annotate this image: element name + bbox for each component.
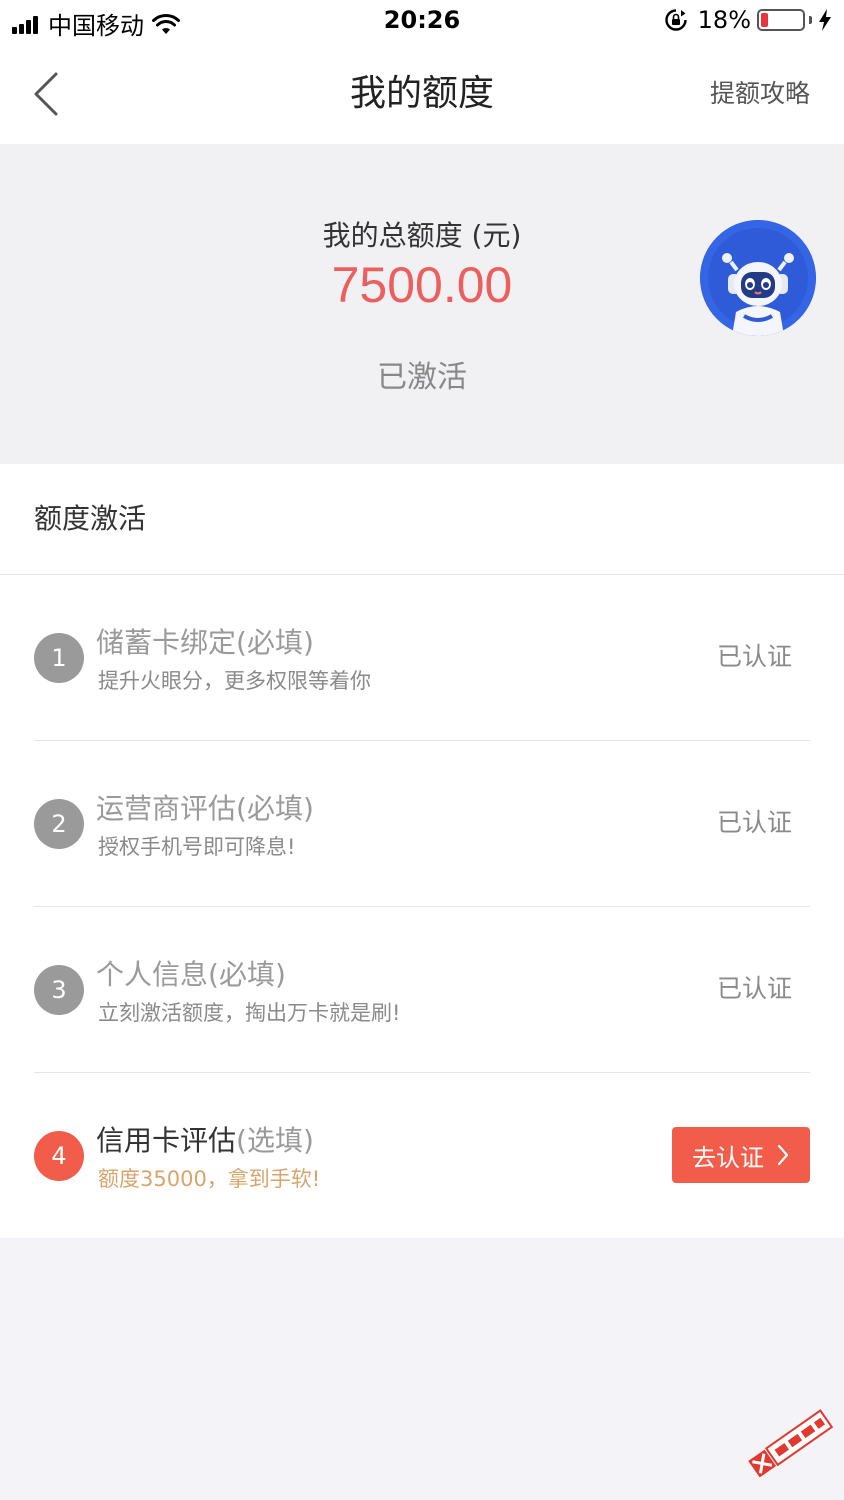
step-title-main: 个人信息 (96, 958, 209, 991)
watermark-logo (748, 1409, 834, 1478)
battery-percent: 18% (697, 6, 751, 34)
step-title: 个人信息(必填) (96, 953, 286, 993)
step-title-suffix: (选填) (236, 1124, 314, 1157)
step-status: 已认证 (716, 808, 792, 837)
step-title-suffix: (必填) (236, 792, 314, 825)
step-title: 储蓄卡绑定(必填) (96, 621, 314, 661)
chevron-right-icon (777, 1144, 789, 1166)
step-status: 已认证 (716, 974, 792, 1003)
battery-level (761, 13, 768, 27)
step-number: 2 (34, 799, 84, 849)
robot-icon (700, 220, 816, 336)
step-debit-card[interactable]: 1 储蓄卡绑定(必填) 提升火眼分，更多权限等着你 已认证 (0, 575, 844, 741)
rotation-lock-icon (664, 9, 687, 31)
step-status: 已认证 (716, 642, 792, 671)
step-title: 信用卡评估(选填) (96, 1119, 314, 1159)
verify-button-label: 去认证 (692, 1143, 764, 1172)
battery-icon (757, 9, 805, 31)
step-title-suffix: (必填) (208, 958, 286, 991)
step-personal-info[interactable]: 3 个人信息(必填) 立刻激活额度，掏出万卡就是刷! 已认证 (0, 907, 844, 1073)
credit-summary: 我的总额度 (元) 7500.00 已激活 (0, 144, 844, 464)
status-right: 18% (664, 6, 832, 34)
verify-button[interactable]: 去认证 (672, 1127, 810, 1183)
step-title: 运营商评估(必填) (96, 787, 314, 827)
status-bar: 中国移动 20:26 18% (0, 0, 844, 44)
back-button[interactable] (22, 70, 70, 118)
step-description: 额度35000，拿到手软! (98, 1167, 321, 1191)
step-credit-card[interactable]: 4 信用卡评估(选填) 额度35000，拿到手软! 去认证 (0, 1073, 844, 1239)
robot-avatar-icon[interactable] (700, 220, 816, 336)
step-title-main: 运营商评估 (96, 792, 237, 825)
step-description: 提升火眼分，更多权限等着你 (98, 669, 371, 693)
step-number: 1 (34, 633, 84, 683)
section-title: 额度激活 (34, 502, 147, 535)
nav-bar: 我的额度 提额攻略 (0, 44, 844, 144)
step-title-main: 信用卡评估 (96, 1124, 237, 1157)
credit-tips-link[interactable]: 提额攻略 (710, 44, 810, 144)
step-number: 4 (34, 1131, 84, 1181)
step-carrier[interactable]: 2 运营商评估(必填) 授权手机号即可降息! 已认证 (0, 741, 844, 907)
step-description: 立刻激活额度，掏出万卡就是刷! (98, 1001, 401, 1025)
step-description: 授权手机号即可降息! (98, 835, 296, 859)
battery-tip (809, 16, 812, 24)
credit-status: 已激活 (377, 360, 467, 395)
step-title-main: 储蓄卡绑定 (96, 626, 237, 659)
step-title-suffix: (必填) (236, 626, 314, 659)
charging-icon (819, 9, 831, 31)
activation-section: 额度激活 1 储蓄卡绑定(必填) 提升火眼分，更多权限等着你 已认证 2 运营商… (0, 464, 844, 1238)
chevron-left-icon (34, 72, 58, 116)
step-number: 3 (34, 965, 84, 1015)
